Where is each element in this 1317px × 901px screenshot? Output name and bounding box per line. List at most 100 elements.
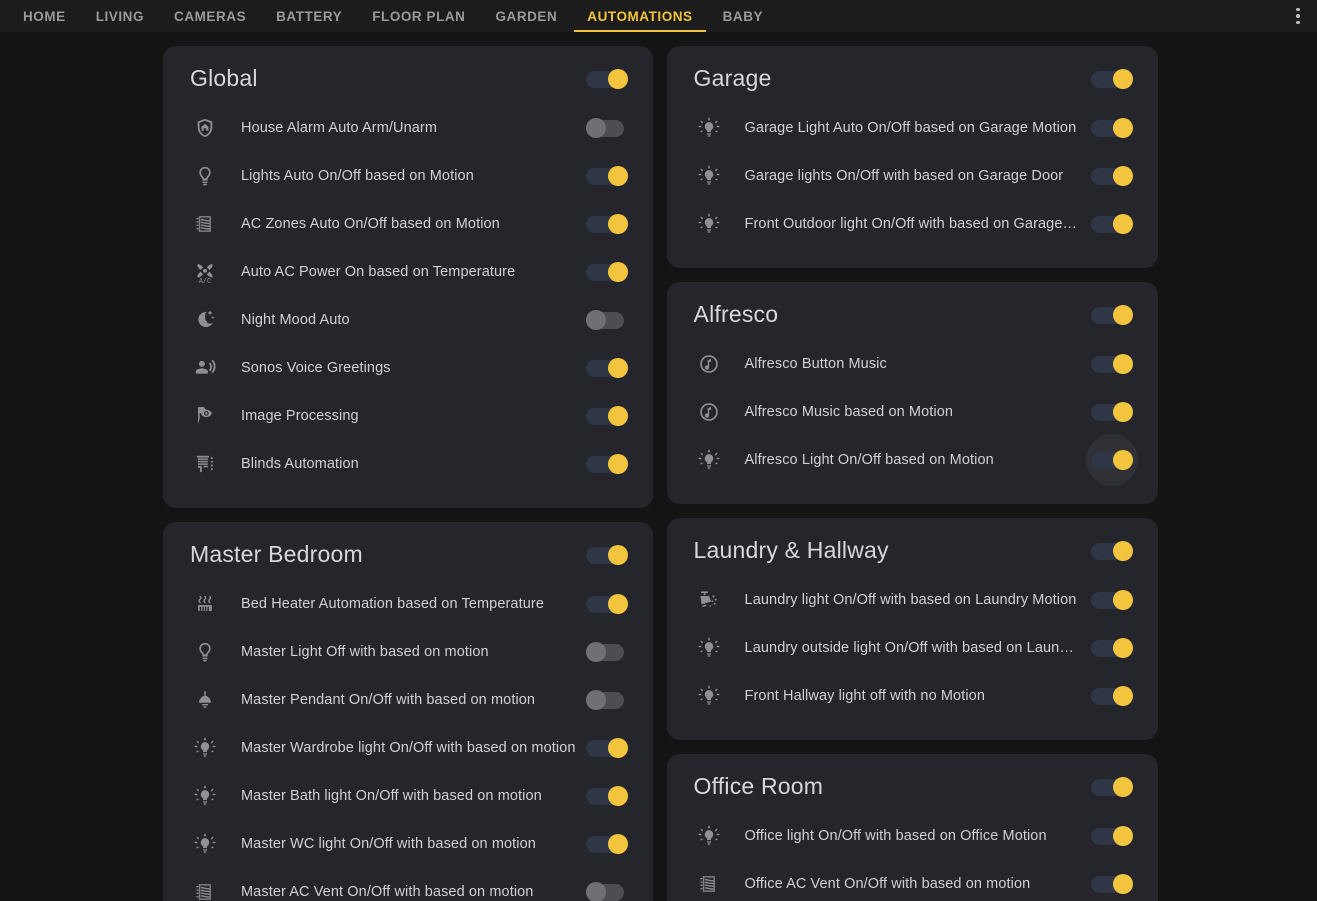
automation-toggle[interactable] (1090, 353, 1133, 375)
automation-row[interactable]: Alfresco Music based on Motion (681, 388, 1144, 436)
card-title: Master Bedroom (190, 541, 363, 567)
automation-row[interactable]: Master Pendant On/Off with based on moti… (177, 676, 639, 724)
card-office-room: Office Room Office light On/Off with base… (666, 754, 1158, 901)
card-alfresco: Alfresco Alfresco Button Music Alfresco Mu… (666, 282, 1158, 504)
air-filter-icon (689, 873, 729, 895)
card-laundry-hallway: Laundry & Hallway Laundry light On/Off wi… (666, 518, 1158, 740)
automation-row[interactable]: Laundry light On/Off with based on Laund… (681, 576, 1144, 624)
automation-row[interactable]: Front Outdoor light On/Off with based on… (681, 200, 1144, 248)
card-header: Garage (681, 61, 1144, 96)
shield-home-icon (185, 117, 225, 139)
automation-label: Master WC light On/Off with based on mot… (241, 836, 536, 852)
automation-label: Office AC Vent On/Off with based on moti… (744, 876, 1031, 892)
automation-row[interactable]: Alfresco Light On/Off based on Motion (681, 434, 1144, 486)
automation-row[interactable]: Master WC light On/Off with based on mot… (177, 820, 639, 868)
music-note-circle-icon (689, 401, 729, 423)
automation-row[interactable]: Master Bath light On/Off with based on m… (177, 772, 639, 820)
automation-toggle[interactable] (585, 881, 628, 901)
card-title: Office Room (693, 773, 824, 799)
automation-row[interactable]: Lights Auto On/Off based on Motion (177, 152, 639, 200)
automation-toggle[interactable] (1090, 873, 1133, 895)
automation-label: Front Outdoor light On/Off with based on… (744, 216, 1081, 232)
master-toggle-garage[interactable] (1090, 68, 1133, 90)
automation-row[interactable]: Master AC Vent On/Off with based on moti… (177, 868, 639, 901)
master-toggle-laundry-hallway[interactable] (1090, 540, 1133, 562)
automation-label: Alfresco Music based on Motion (744, 404, 954, 420)
automation-toggle[interactable] (585, 165, 628, 187)
tab-cameras[interactable]: CAMERAS (159, 0, 261, 32)
wall-flood-light-icon (689, 589, 729, 611)
toggle-thumb (1112, 68, 1133, 89)
automation-label: House Alarm Auto Arm/Unarm (241, 120, 438, 136)
automation-toggle[interactable] (1090, 589, 1133, 611)
card-master-bedroom: Master Bedroom Bed Heater Automation base… (163, 522, 653, 901)
blinds-icon (185, 453, 225, 475)
toggle-thumb (607, 594, 628, 614)
automation-toggle[interactable] (1090, 637, 1133, 659)
automation-row[interactable]: Bed Heater Automation based on Temperatu… (177, 580, 639, 628)
automation-row[interactable]: AC Zones Auto On/Off based on Motion (177, 200, 639, 248)
lightbulb-on-icon (689, 825, 729, 847)
automation-toggle[interactable] (1090, 165, 1133, 187)
master-toggle-global[interactable] (585, 68, 628, 90)
automation-row[interactable]: Laundry outside light On/Off with based … (681, 624, 1144, 672)
automation-toggle[interactable] (585, 213, 628, 235)
automation-toggle[interactable] (585, 309, 628, 331)
lightbulb-on-icon (185, 785, 225, 807)
tab-living[interactable]: LIVING (81, 0, 159, 32)
tab-garden[interactable]: GARDEN (480, 0, 572, 32)
automation-row[interactable]: Blinds Automation (177, 440, 639, 488)
automation-row[interactable]: Sonos Voice Greetings (177, 344, 639, 392)
automation-toggle[interactable] (585, 261, 628, 283)
automation-toggle[interactable] (1090, 825, 1133, 847)
toggle-thumb (607, 262, 628, 282)
automation-toggle[interactable] (585, 785, 628, 807)
card-header: Global (177, 61, 639, 96)
automation-row[interactable]: Garage lights On/Off with based on Garag… (681, 152, 1144, 200)
tab-battery[interactable]: BATTERY (261, 0, 357, 32)
automation-toggle[interactable] (1090, 117, 1133, 139)
automation-toggle[interactable] (1090, 685, 1133, 707)
automation-row[interactable]: Master Wardrobe light On/Off with based … (177, 724, 639, 772)
automation-row[interactable]: Front Hallway light off with no Motion (681, 672, 1144, 720)
automation-row[interactable]: Garage Light Auto On/Off based on Garage… (681, 104, 1144, 152)
master-toggle-master-bedroom[interactable] (585, 544, 628, 566)
tab-home[interactable]: HOME (8, 0, 81, 32)
automation-label: Garage lights On/Off with based on Garag… (744, 168, 1064, 184)
automation-toggle[interactable] (585, 357, 628, 379)
automation-toggle[interactable] (585, 405, 628, 427)
automation-toggle[interactable] (1090, 213, 1133, 235)
automation-toggle[interactable] (585, 737, 628, 759)
automation-toggle[interactable] (585, 641, 628, 663)
automation-row[interactable]: Office light On/Off with based on Office… (681, 812, 1144, 860)
tab-automations[interactable]: AUTOMATIONS (572, 0, 707, 32)
toggle-thumb (1112, 686, 1133, 706)
automation-row[interactable]: Night Mood Auto (177, 296, 639, 344)
dots-vertical-icon[interactable] (1287, 4, 1309, 28)
master-toggle-alfresco[interactable] (1090, 304, 1133, 326)
automation-toggle[interactable] (1085, 434, 1138, 486)
dot (1296, 7, 1300, 12)
toggle-thumb (1112, 874, 1133, 894)
air-filter-icon (185, 881, 225, 901)
automation-toggle[interactable] (585, 689, 628, 711)
tab-floor-plan[interactable]: FLOOR PLAN (357, 0, 480, 32)
automation-row[interactable]: Office AC Vent On/Off with based on moti… (681, 860, 1144, 901)
automation-row[interactable]: House Alarm Auto Arm/Unarm (177, 104, 639, 152)
automation-row[interactable]: Master Light Off with based on motion (177, 628, 639, 676)
tab-baby[interactable]: BABY (708, 0, 778, 32)
automation-label: Sonos Voice Greetings (241, 360, 391, 376)
automation-label: Garage Light Auto On/Off based on Garage… (744, 120, 1077, 136)
automation-row[interactable]: Image Processing (177, 392, 639, 440)
toggle-thumb (1112, 450, 1133, 470)
automation-toggle[interactable] (1090, 401, 1133, 423)
automation-row[interactable]: Alfresco Button Music (681, 340, 1144, 388)
automation-toggle[interactable] (585, 453, 628, 475)
automation-toggle[interactable] (585, 117, 628, 139)
toggle-thumb (1112, 166, 1133, 186)
automation-toggle[interactable] (585, 833, 628, 855)
master-toggle-office-room[interactable] (1090, 776, 1133, 798)
automation-label: Alfresco Light On/Off based on Motion (744, 452, 994, 468)
automation-row[interactable]: A/C Auto AC Power On based on Temperature (177, 248, 639, 296)
automation-toggle[interactable] (585, 593, 628, 615)
